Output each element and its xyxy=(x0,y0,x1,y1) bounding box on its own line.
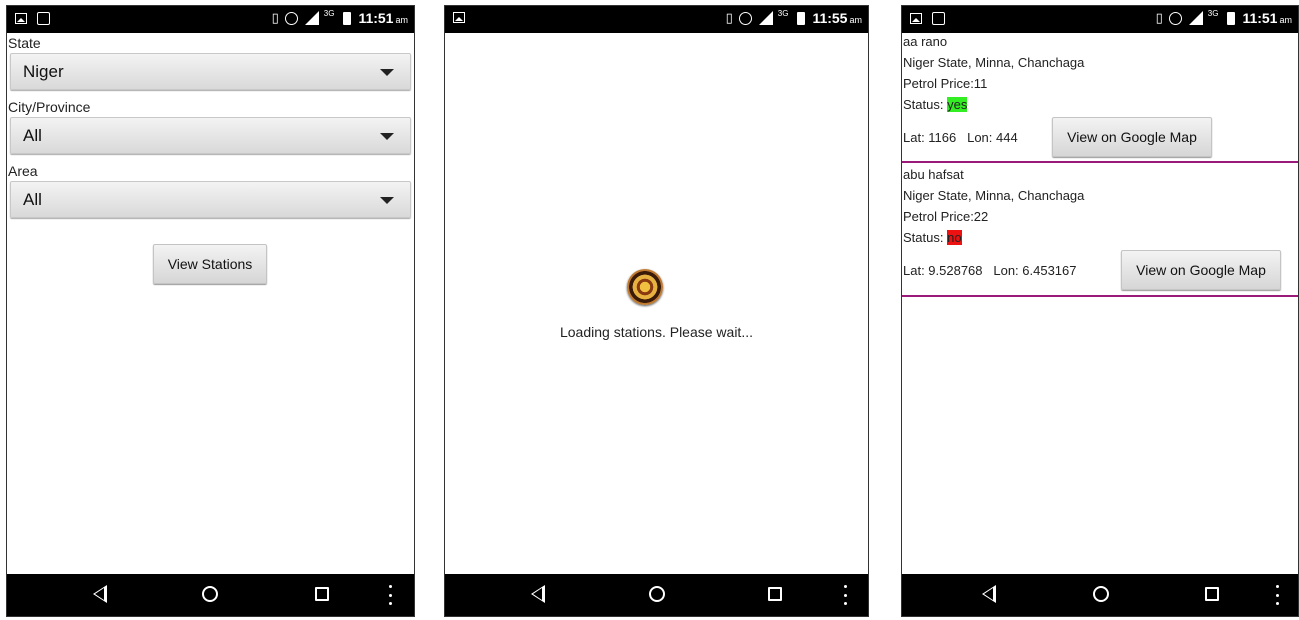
status-badge: yes xyxy=(947,97,968,112)
map-icon xyxy=(932,12,945,25)
recents-icon[interactable] xyxy=(1205,587,1219,601)
status-bar: ▯ 3G 11:51 am xyxy=(902,6,1298,33)
clock: 11:51 am xyxy=(1242,10,1292,26)
station-status: Status: no xyxy=(903,230,962,245)
dropdown-arrow-icon xyxy=(380,69,394,76)
recents-icon[interactable] xyxy=(315,587,329,601)
phone-screen-filter: ▯ 3G 11:51 am State Niger City/Province A… xyxy=(6,5,415,617)
view-on-google-map-button[interactable]: View on Google Map xyxy=(1052,117,1212,157)
more-icon[interactable] xyxy=(389,585,392,605)
view-on-google-map-button[interactable]: View on Google Map xyxy=(1121,250,1281,290)
view-stations-button[interactable]: View Stations xyxy=(153,244,267,284)
image-icon xyxy=(453,12,465,23)
alarm-icon xyxy=(738,11,752,25)
divider xyxy=(902,295,1298,297)
status-bar: ▯ 3G 11:51 am xyxy=(7,6,414,33)
dropdown-arrow-icon xyxy=(380,133,394,140)
station-coordinates: Lat: 1166 Lon: 444 xyxy=(903,130,1018,145)
home-icon[interactable] xyxy=(1093,586,1109,602)
area-label: Area xyxy=(8,163,38,179)
station-name: abu hafsat xyxy=(903,167,964,182)
station-price: Petrol Price:22 xyxy=(903,209,989,224)
signal-icon xyxy=(304,11,319,25)
signal-icon xyxy=(758,11,773,25)
navigation-bar xyxy=(902,574,1298,616)
status-badge: no xyxy=(947,230,962,245)
state-value: Niger xyxy=(23,62,64,81)
more-icon[interactable] xyxy=(1276,585,1279,605)
alarm-icon xyxy=(284,11,298,25)
dropdown-arrow-icon xyxy=(380,197,394,204)
loading-message: Loading stations. Please wait... xyxy=(559,324,753,340)
clock: 11:51 am xyxy=(358,10,408,26)
area-value: All xyxy=(23,190,42,209)
back-icon[interactable] xyxy=(93,585,107,603)
station-address: Niger State, Minna, Chanchaga xyxy=(903,188,1085,203)
home-icon[interactable] xyxy=(202,586,218,602)
image-icon xyxy=(910,13,922,24)
vibrate-icon: ▯ xyxy=(1155,10,1163,25)
alarm-icon xyxy=(1168,11,1182,25)
back-icon[interactable] xyxy=(982,585,996,603)
more-icon[interactable] xyxy=(844,585,847,605)
network-type: 3G xyxy=(777,8,789,18)
recents-icon[interactable] xyxy=(768,587,782,601)
station-coordinates: Lat: 9.528768 Lon: 6.453167 xyxy=(903,263,1077,278)
phone-screen-loading: ▯ 3G 11:55 am Loading stations. Please wa… xyxy=(444,5,869,617)
image-icon xyxy=(15,13,27,24)
city-value: All xyxy=(23,126,42,145)
signal-icon xyxy=(1188,11,1203,25)
station-name: aa rano xyxy=(903,34,948,49)
station-price: Petrol Price:11 xyxy=(903,76,988,91)
back-icon[interactable] xyxy=(531,585,545,603)
network-type: 3G xyxy=(323,8,335,18)
station-status: Status: yes xyxy=(903,97,968,112)
battery-icon xyxy=(343,11,352,25)
vibrate-icon: ▯ xyxy=(271,10,279,25)
area-dropdown[interactable]: All xyxy=(10,181,411,218)
state-dropdown[interactable]: Niger xyxy=(10,53,411,90)
state-label: State xyxy=(8,35,41,51)
city-label: City/Province xyxy=(8,99,91,115)
phone-screen-stations: ▯ 3G 11:51 am aa rano Niger State, Minna,… xyxy=(901,5,1299,617)
map-icon xyxy=(37,12,50,25)
station-address: Niger State, Minna, Chanchaga xyxy=(903,55,1085,70)
city-dropdown[interactable]: All xyxy=(10,117,411,154)
clock: 11:55 am xyxy=(812,10,862,26)
vibrate-icon: ▯ xyxy=(725,10,733,25)
roulette-loading-icon xyxy=(627,269,663,305)
network-type: 3G xyxy=(1207,8,1219,18)
navigation-bar xyxy=(445,574,868,616)
navigation-bar xyxy=(7,574,414,616)
battery-icon xyxy=(1227,11,1236,25)
home-icon[interactable] xyxy=(649,586,665,602)
battery-icon xyxy=(797,11,806,25)
status-bar: ▯ 3G 11:55 am xyxy=(445,6,868,33)
divider xyxy=(902,161,1298,163)
